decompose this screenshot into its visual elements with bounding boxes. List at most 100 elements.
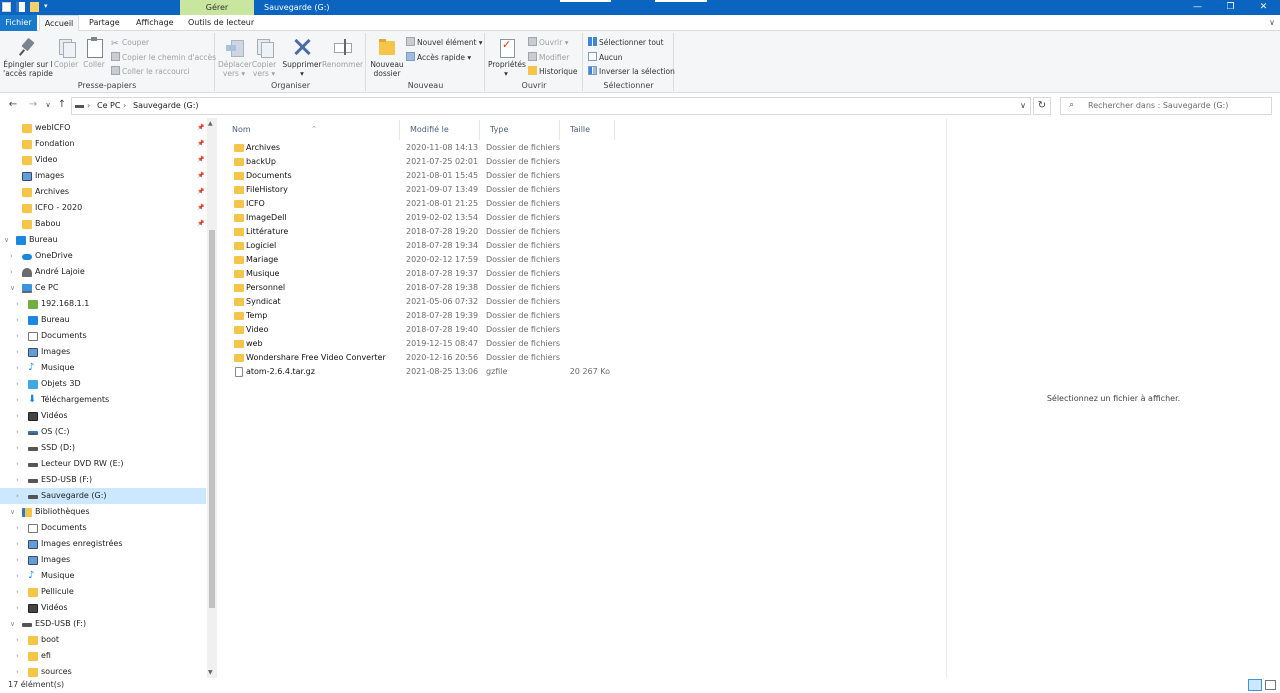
- tab-partage[interactable]: Partage: [83, 15, 126, 31]
- breadcrumb-separator[interactable]: ›: [87, 101, 90, 110]
- rename-button[interactable]: Renommer: [322, 35, 363, 69]
- chevron-down-icon[interactable]: ∨: [10, 616, 15, 632]
- invert-selection-button[interactable]: Inverser la sélection: [588, 65, 675, 78]
- delete-button[interactable]: Supprimer ▾: [282, 35, 322, 78]
- system-menu-icon[interactable]: [2, 2, 11, 12]
- chevron-right-icon[interactable]: ›: [16, 664, 19, 678]
- paste-shortcut-button[interactable]: Coller le raccourci: [111, 65, 190, 78]
- nav-item[interactable]: › ♪ Musique: [0, 568, 206, 584]
- pin-icon[interactable]: 📌: [197, 184, 204, 200]
- chevron-right-icon[interactable]: ›: [10, 248, 13, 264]
- properties-button[interactable]: Propriétés ▾: [488, 35, 526, 78]
- quick-access-button[interactable]: Accès rapide ▾: [406, 51, 471, 64]
- navigation-scrollbar[interactable]: ▲ ▼: [207, 118, 217, 678]
- chevron-down-icon[interactable]: ∨: [4, 232, 9, 248]
- nav-item[interactable]: › Pellicule: [0, 584, 206, 600]
- nav-item[interactable]: › OneDrive: [0, 248, 206, 264]
- chevron-right-icon[interactable]: ›: [16, 456, 19, 472]
- table-row[interactable]: backUp 2021-07-25 02:01 Dossier de fichier…: [222, 155, 622, 169]
- nav-item[interactable]: › SSD (D:): [0, 440, 206, 456]
- table-row[interactable]: Archives 2020-11-08 14:13 Dossier de fichi…: [222, 141, 622, 155]
- history-button[interactable]: Historique: [528, 65, 577, 78]
- tab-accueil[interactable]: Accueil: [39, 15, 79, 31]
- pin-icon[interactable]: 📌: [197, 152, 204, 168]
- nav-item[interactable]: Babou 📌: [0, 216, 206, 232]
- nav-item[interactable]: › Documents: [0, 328, 206, 344]
- nav-item[interactable]: › efi: [0, 648, 206, 664]
- column-header-type[interactable]: Type: [480, 120, 560, 140]
- chevron-right-icon[interactable]: ›: [16, 648, 19, 664]
- table-row[interactable]: Documents 2021-08-01 15:45 Dossier de fich…: [222, 169, 622, 183]
- tab-affichage[interactable]: Affichage: [130, 15, 180, 31]
- nav-item[interactable]: › Vidéos: [0, 600, 206, 616]
- scroll-up-icon[interactable]: ▲: [208, 120, 213, 127]
- nav-item[interactable]: › ESD-USB (F:): [0, 472, 206, 488]
- nav-item[interactable]: › ⬇ Téléchargements: [0, 392, 206, 408]
- chevron-right-icon[interactable]: ›: [16, 408, 19, 424]
- copy-to-button[interactable]: Copier vers ▾: [250, 35, 278, 78]
- copy-path-button[interactable]: Copier le chemin d'accès: [111, 51, 216, 64]
- table-row[interactable]: Musique 2018-07-28 19:37 Dossier de fichie…: [222, 267, 622, 281]
- chevron-right-icon[interactable]: ›: [16, 392, 19, 408]
- select-none-button[interactable]: Aucun: [588, 51, 623, 64]
- table-row[interactable]: web 2019-12-15 08:47 Dossier de fichiers: [222, 337, 622, 351]
- search-input[interactable]: ⌕ Rechercher dans : Sauvegarde (G:): [1060, 97, 1272, 115]
- chevron-right-icon[interactable]: ›: [16, 440, 19, 456]
- properties-quick-icon[interactable]: [16, 2, 25, 12]
- breadcrumb-ce-pc[interactable]: Ce PC: [97, 101, 120, 110]
- minimize-button[interactable]: —: [1181, 0, 1214, 15]
- nav-item[interactable]: › Vidéos: [0, 408, 206, 424]
- nav-item[interactable]: ICFO - 2020 📌: [0, 200, 206, 216]
- nav-item[interactable]: › sources: [0, 664, 206, 678]
- chevron-right-icon[interactable]: ›: [16, 536, 19, 552]
- table-row[interactable]: Temp 2018-07-28 19:39 Dossier de fichiers: [222, 309, 622, 323]
- table-row[interactable]: Logiciel 2018-07-28 19:34 Dossier de fichi…: [222, 239, 622, 253]
- chevron-right-icon[interactable]: ›: [16, 584, 19, 600]
- table-row[interactable]: ImageDell 2019-02-02 13:54 Dossier de fich…: [222, 211, 622, 225]
- nav-item[interactable]: Video 📌: [0, 152, 206, 168]
- chevron-right-icon[interactable]: ›: [16, 376, 19, 392]
- large-icons-view-icon[interactable]: [1265, 680, 1276, 690]
- maximize-button[interactable]: ❐: [1214, 0, 1247, 15]
- chevron-right-icon[interactable]: ›: [16, 360, 19, 376]
- chevron-right-icon[interactable]: ›: [16, 424, 19, 440]
- nav-item[interactable]: ∨ Bibliothèques: [0, 504, 206, 520]
- nav-item[interactable]: › Images enregistrées: [0, 536, 206, 552]
- nav-item[interactable]: ∨ Bureau: [0, 232, 206, 248]
- nav-item[interactable]: Images 📌: [0, 168, 206, 184]
- nav-item[interactable]: Fondation 📌: [0, 136, 206, 152]
- column-header-modifie-le[interactable]: Modifié le: [400, 120, 480, 140]
- nav-item[interactable]: › Sauvegarde (G:): [0, 488, 206, 504]
- select-all-button[interactable]: Sélectionner tout: [588, 36, 664, 49]
- context-tab-gerer[interactable]: Gérer: [180, 0, 254, 15]
- chevron-right-icon[interactable]: ›: [16, 600, 19, 616]
- copy-button[interactable]: Copier: [53, 35, 79, 69]
- table-row[interactable]: ICFO 2021-08-01 21:25 Dossier de fichiers: [222, 197, 622, 211]
- tab-fichier[interactable]: Fichier: [0, 15, 37, 31]
- chevron-down-icon[interactable]: ∨: [1269, 15, 1275, 31]
- cut-button[interactable]: ✂ Couper: [111, 36, 149, 49]
- nav-item[interactable]: Archives 📌: [0, 184, 206, 200]
- pin-quick-access-button[interactable]: Épingler sur l 'accès rapide: [3, 35, 53, 78]
- nav-item[interactable]: › Images: [0, 344, 206, 360]
- chevron-right-icon[interactable]: ›: [10, 264, 13, 280]
- edit-button[interactable]: Modifier: [528, 51, 569, 64]
- nav-item[interactable]: ∨ Ce PC: [0, 280, 206, 296]
- tab-outils-de-lecteur[interactable]: Outils de lecteur: [182, 15, 260, 31]
- nav-item[interactable]: › Images: [0, 552, 206, 568]
- nav-item[interactable]: › 192.168.1.1: [0, 296, 206, 312]
- chevron-right-icon[interactable]: ›: [16, 568, 19, 584]
- column-header-taille[interactable]: Taille: [560, 120, 615, 140]
- chevron-right-icon[interactable]: ›: [16, 552, 19, 568]
- nav-item[interactable]: › boot: [0, 632, 206, 648]
- table-row[interactable]: Wondershare Free Video Converter 2020-12-…: [222, 351, 622, 365]
- nav-item[interactable]: webICFO 📌: [0, 120, 206, 136]
- table-row[interactable]: Mariage 2020-02-12 17:59 Dossier de fichie…: [222, 253, 622, 267]
- table-row[interactable]: Littérature 2018-07-28 19:20 Dossier de fi…: [222, 225, 622, 239]
- chevron-down-icon[interactable]: ∨: [10, 504, 15, 520]
- nav-item[interactable]: › André Lajoie: [0, 264, 206, 280]
- open-button[interactable]: Ouvrir ▾: [528, 36, 569, 49]
- nav-item[interactable]: ∨ ESD-USB (F:): [0, 616, 206, 632]
- nav-item[interactable]: › ♪ Musique: [0, 360, 206, 376]
- chevron-down-icon[interactable]: ∨: [10, 280, 15, 296]
